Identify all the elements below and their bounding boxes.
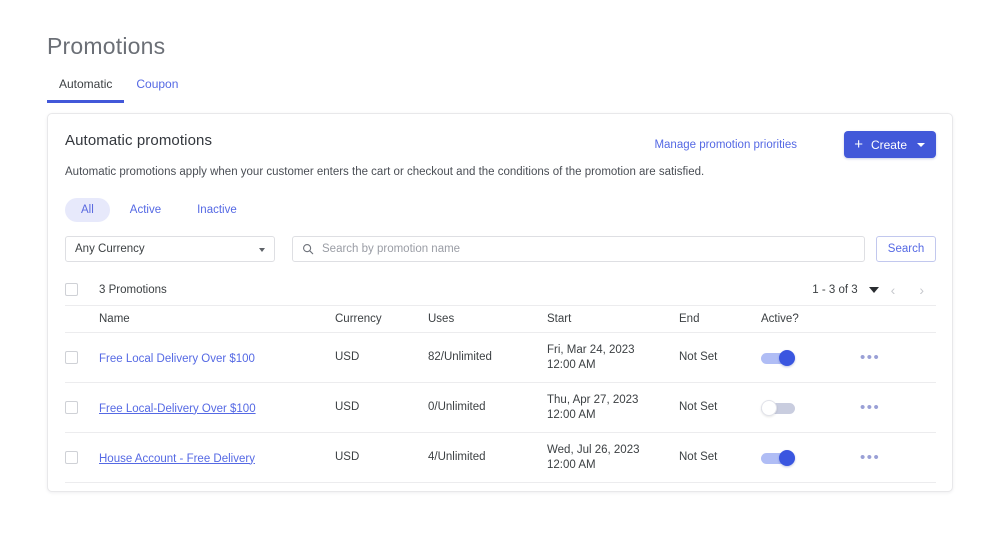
next-page-button[interactable]: › <box>907 283 936 297</box>
row-checkbox[interactable] <box>65 351 78 364</box>
promotion-name-cell: Free Local-Delivery Over $100 <box>99 399 335 417</box>
kebab-menu-icon[interactable]: ••• <box>860 450 880 465</box>
promotion-currency: USD <box>335 351 360 363</box>
row-select-cell <box>65 451 99 464</box>
column-header-start: Start <box>547 313 572 325</box>
filter-pill-inactive[interactable]: Inactive <box>181 198 253 222</box>
pagination: 1 - 3 of 3 ‹ › <box>812 283 936 297</box>
promotion-start-date: Fri, Mar 24, 2023 <box>547 343 635 356</box>
promotion-name-link[interactable]: Free Local Delivery Over $100 <box>99 353 255 365</box>
row-select-cell <box>65 351 99 364</box>
row-actions-cell: ••• <box>855 350 936 365</box>
filter-pill-active[interactable]: Active <box>114 198 177 222</box>
promotion-currency: USD <box>335 401 360 413</box>
promotion-end: Not Set <box>679 451 718 463</box>
row-checkbox[interactable] <box>65 401 78 414</box>
column-header-currency: Currency <box>335 313 382 325</box>
previous-page-button[interactable]: ‹ <box>879 283 908 297</box>
search-icon <box>302 243 314 255</box>
chevron-down-icon[interactable] <box>917 142 925 147</box>
promotion-start-date: Wed, Jul 26, 2023 <box>547 443 640 456</box>
table-header-row: Name Currency Uses Start End Active? <box>65 306 936 333</box>
row-checkbox[interactable] <box>65 451 78 464</box>
select-all-checkbox[interactable] <box>65 283 78 296</box>
kebab-menu-icon[interactable]: ••• <box>860 400 880 415</box>
create-button[interactable]: + Create <box>844 131 936 158</box>
promotion-start: Wed, Jul 26, 2023 12:00 AM <box>547 443 679 473</box>
currency-select-value: Any Currency <box>75 243 145 255</box>
tab-coupon[interactable]: Coupon <box>124 77 190 103</box>
table-row: House Account - Free Delivery USD 4/Unli… <box>65 433 936 483</box>
active-toggle[interactable] <box>761 449 795 466</box>
kebab-menu-icon[interactable]: ••• <box>860 350 880 365</box>
promotion-name-link[interactable]: Free Local-Delivery Over $100 <box>99 403 256 415</box>
create-button-label: Create <box>870 137 907 152</box>
selection-toolbar: 3 Promotions 1 - 3 of 3 ‹ › <box>65 274 936 306</box>
promotion-active-cell <box>761 349 855 366</box>
promotion-start: Fri, Mar 24, 2023 12:00 AM <box>547 343 679 373</box>
column-header-uses: Uses <box>428 313 455 325</box>
promotions-table: Name Currency Uses Start End Active? Fre… <box>65 306 936 483</box>
row-select-cell <box>65 401 99 414</box>
search-input[interactable] <box>322 243 855 255</box>
chevron-down-icon <box>259 248 265 252</box>
column-header-end: End <box>679 313 700 325</box>
column-header-active: Active? <box>761 313 799 325</box>
promotions-count: 3 Promotions <box>99 283 167 296</box>
promotion-name-link[interactable]: House Account - Free Delivery <box>99 453 255 465</box>
filter-row: Any Currency Search <box>65 236 936 262</box>
promotion-uses: 4/Unlimited <box>428 451 486 463</box>
active-toggle[interactable] <box>761 349 795 366</box>
promotion-start-date: Thu, Apr 27, 2023 <box>547 393 639 406</box>
currency-select[interactable]: Any Currency <box>65 236 275 262</box>
promotion-end: Not Set <box>679 351 718 363</box>
active-toggle[interactable] <box>761 399 795 416</box>
card-title: Automatic promotions <box>65 132 213 149</box>
status-filter-pills: All Active Inactive <box>65 198 253 222</box>
tab-bar: Automatic Coupon <box>47 77 190 103</box>
promotion-currency: USD <box>335 451 360 463</box>
promotion-uses: 0/Unlimited <box>428 401 486 413</box>
promotion-start-time: 12:00 AM <box>547 358 596 371</box>
promotion-active-cell <box>761 449 855 466</box>
automatic-promotions-card: Automatic promotions Automatic promotion… <box>47 113 953 492</box>
promotion-name-cell: Free Local Delivery Over $100 <box>99 349 335 367</box>
plus-icon: + <box>854 135 863 153</box>
page-title: Promotions <box>47 33 166 59</box>
promotion-start: Thu, Apr 27, 2023 12:00 AM <box>547 393 679 423</box>
manage-promotion-priorities-link[interactable]: Manage promotion priorities <box>654 139 797 151</box>
promotion-uses: 82/Unlimited <box>428 351 492 363</box>
toggle-knob <box>779 349 795 366</box>
promotion-start-time: 12:00 AM <box>547 408 596 421</box>
card-subtitle: Automatic promotions apply when your cus… <box>65 166 705 178</box>
promotion-active-cell <box>761 399 855 416</box>
promotion-start-time: 12:00 AM <box>547 458 596 471</box>
pagination-range: 1 - 3 of 3 <box>812 283 858 296</box>
search-button[interactable]: Search <box>876 236 936 262</box>
table-row: Free Local Delivery Over $100 USD 82/Unl… <box>65 333 936 383</box>
promotion-name-cell: House Account - Free Delivery <box>99 449 335 467</box>
toggle-knob <box>761 399 777 416</box>
row-actions-cell: ••• <box>855 450 936 465</box>
chevron-down-icon[interactable] <box>868 286 879 293</box>
tab-automatic[interactable]: Automatic <box>47 77 125 103</box>
promotion-end: Not Set <box>679 401 718 413</box>
promotions-page: Promotions Automatic Coupon Automatic pr… <box>0 0 1000 550</box>
search-box[interactable] <box>292 236 865 262</box>
column-header-name: Name <box>99 313 130 325</box>
table-row: Free Local-Delivery Over $100 USD 0/Unli… <box>65 383 936 433</box>
row-actions-cell: ••• <box>855 400 936 415</box>
toggle-knob <box>779 449 795 466</box>
filter-pill-all[interactable]: All <box>65 198 110 222</box>
